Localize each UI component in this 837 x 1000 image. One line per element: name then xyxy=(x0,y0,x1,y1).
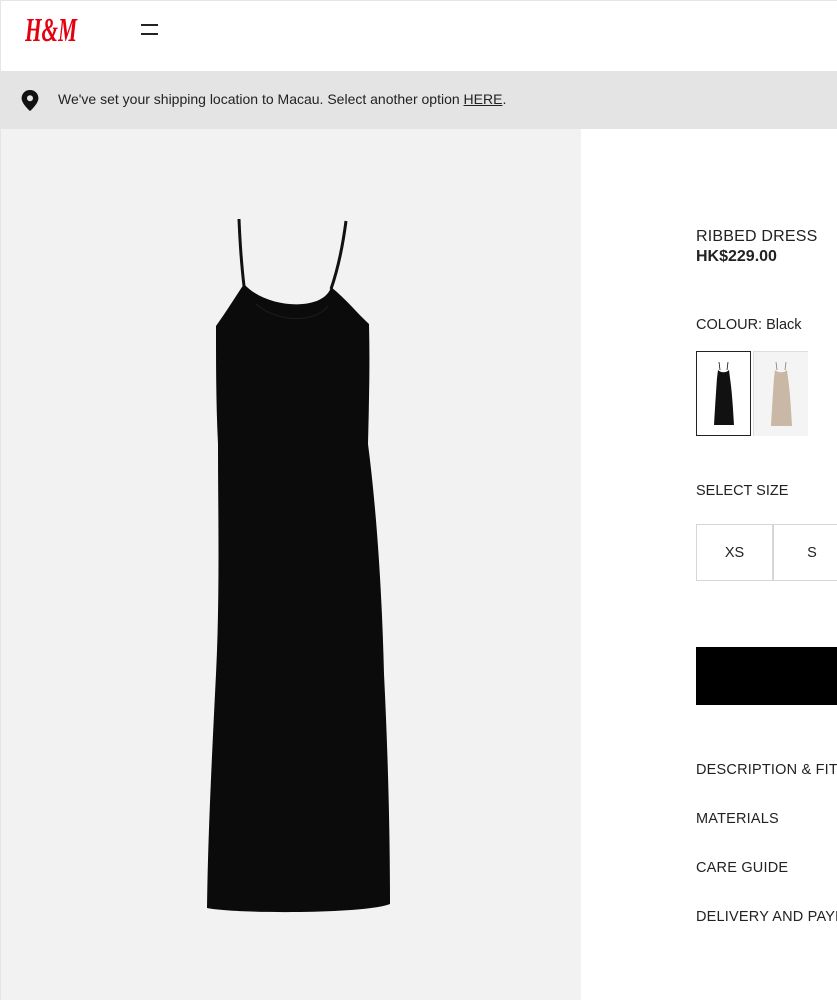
accordion-description-fit[interactable]: DESCRIPTION & FIT xyxy=(696,762,837,778)
size-option-xs[interactable]: XS xyxy=(696,524,773,581)
size-option-s[interactable]: S xyxy=(773,524,837,581)
accordion-delivery-payment[interactable]: DELIVERY AND PAYMENT xyxy=(696,909,837,925)
accordion-materials[interactable]: MATERIALS xyxy=(696,811,779,827)
add-to-bag-button[interactable] xyxy=(696,647,837,705)
product-image[interactable] xyxy=(196,214,406,914)
banner-text: We've set your shipping location to Maca… xyxy=(58,91,507,107)
product-name: RIBBED DRESS xyxy=(696,228,818,245)
product-info-panel: RIBBED DRESS HK$229.00 COLOUR: Black SEL… xyxy=(581,129,837,1000)
colour-swatch-beige[interactable] xyxy=(753,351,808,436)
product-image-gallery xyxy=(0,129,581,1000)
black-dress-thumbnail xyxy=(714,361,734,425)
accordion-care-guide[interactable]: CARE GUIDE xyxy=(696,860,788,876)
svg-text:H&M: H&M xyxy=(25,12,78,47)
change-location-link[interactable]: HERE xyxy=(464,91,503,107)
colour-label: COLOUR: Black xyxy=(696,317,802,333)
beige-dress-thumbnail xyxy=(754,352,808,436)
select-size-label: SELECT SIZE xyxy=(696,483,789,499)
location-pin-icon xyxy=(21,90,39,111)
site-header: H&M xyxy=(0,0,837,71)
hamburger-menu-icon[interactable] xyxy=(141,24,159,38)
shipping-location-banner: We've set your shipping location to Maca… xyxy=(0,71,837,129)
colour-swatch-black[interactable] xyxy=(696,351,751,436)
product-price: HK$229.00 xyxy=(696,248,777,265)
hm-logo[interactable]: H&M xyxy=(25,11,79,47)
